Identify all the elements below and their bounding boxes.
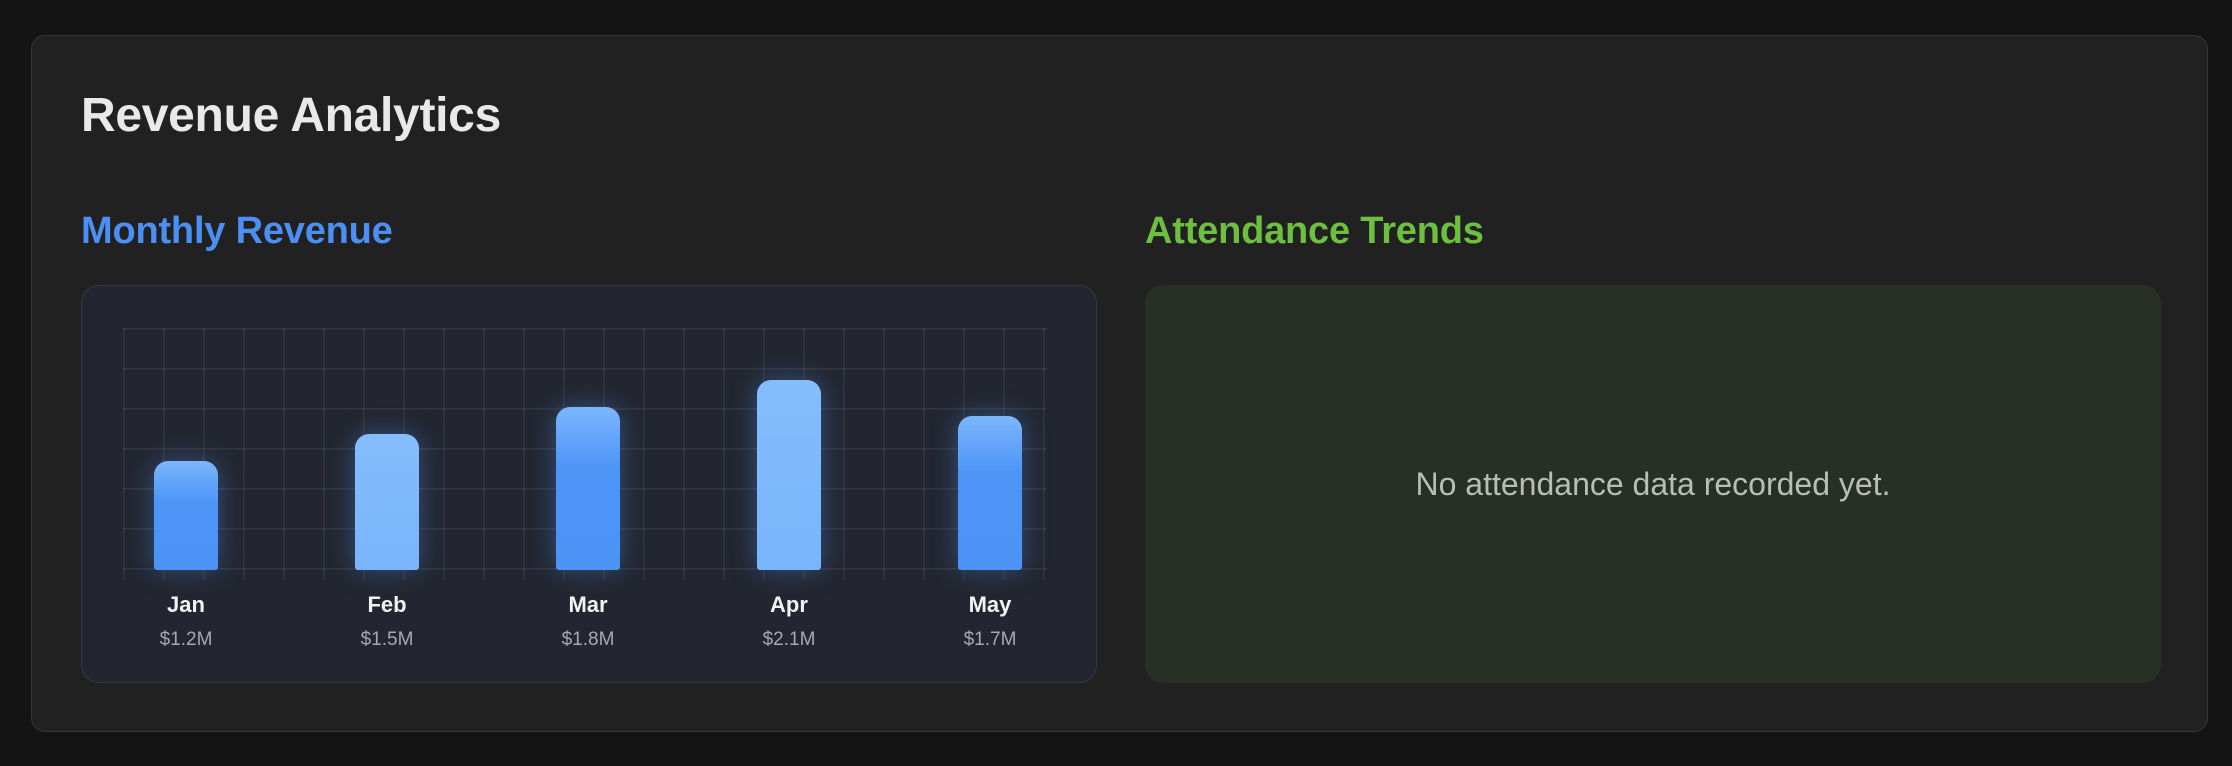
revenue-bar-mar (556, 407, 620, 570)
bar-month-label: Apr (770, 592, 808, 617)
revenue-analytics-card: Revenue Analytics Monthly Revenue Attend… (31, 35, 2208, 732)
attendance-trends-heading: Attendance Trends (1145, 210, 1484, 252)
monthly-revenue-chart: Jan $1.2M Feb $1.5M Mar $1.8M Apr $2.1M May $1.7M (81, 285, 1097, 683)
bar-month-label: May (968, 592, 1012, 617)
revenue-bar-jan (154, 461, 218, 570)
bar-month-label: Mar (568, 592, 608, 617)
monthly-revenue-heading: Monthly Revenue (81, 210, 393, 252)
page-title: Revenue Analytics (81, 89, 501, 142)
revenue-bar-may (958, 416, 1022, 570)
bar-value-label: $1.5M (360, 629, 414, 650)
revenue-bar-feb (355, 434, 419, 570)
attendance-empty-state: No attendance data recorded yet. (1145, 285, 2161, 683)
revenue-bar-apr (757, 380, 821, 570)
bar-area: Jan $1.2M Feb $1.5M Mar $1.8M Apr $2.1M May $1.7M (82, 286, 1096, 682)
bar-month-label: Jan (167, 592, 205, 617)
empty-state-message: No attendance data recorded yet. (1415, 465, 1891, 502)
bar-month-label: Feb (367, 592, 407, 617)
bar-value-label: $1.7M (963, 629, 1017, 650)
bar-value-label: $2.1M (762, 629, 816, 650)
bar-value-label: $1.2M (159, 629, 213, 650)
bar-value-label: $1.8M (561, 629, 615, 650)
